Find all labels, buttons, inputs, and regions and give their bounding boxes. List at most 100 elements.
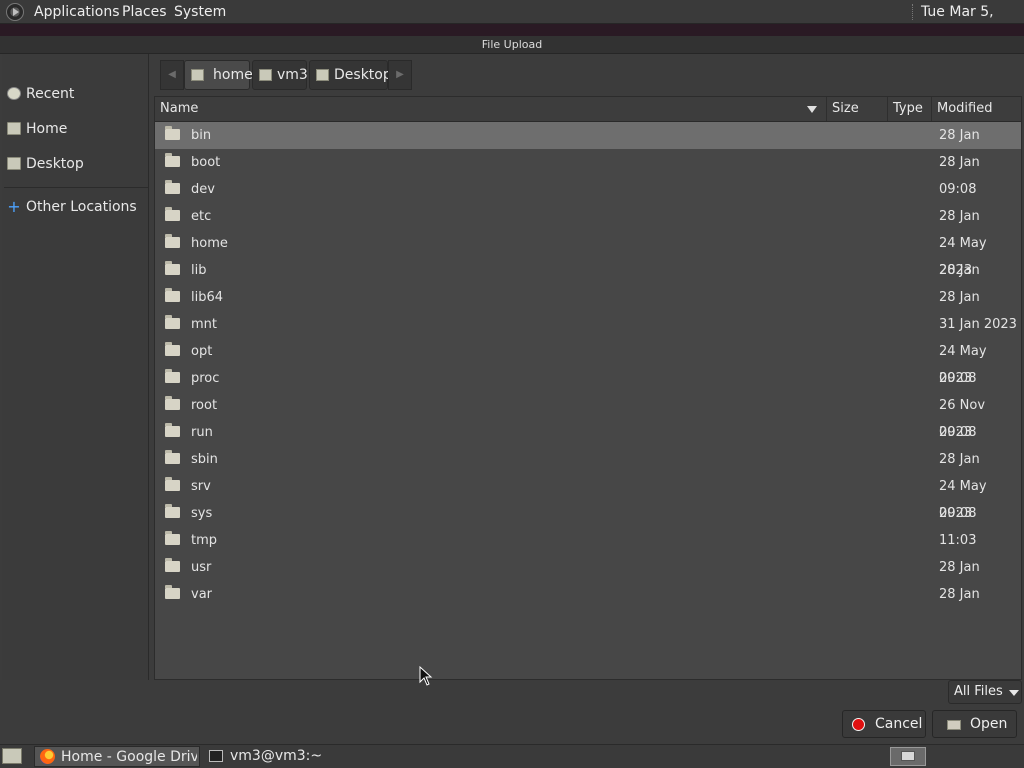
file-modified: 09:08 xyxy=(939,371,977,386)
home-icon xyxy=(7,122,21,135)
file-type-filter-dropdown[interactable]: All Files xyxy=(948,680,1022,704)
drive-icon xyxy=(191,69,204,81)
terminal-icon xyxy=(209,750,223,762)
firefox-icon xyxy=(40,749,55,764)
menu-places[interactable]: Places xyxy=(122,0,167,24)
file-name: var xyxy=(191,587,213,602)
sidebar-item-home[interactable]: Home xyxy=(2,114,148,144)
file-modified: 09:08 xyxy=(939,182,977,197)
file-row[interactable]: var 28 Jan xyxy=(155,581,1021,608)
bottom-taskbar: Home - Google Driv... vm3@vm3:~ xyxy=(0,744,1024,768)
path-scroll-left-button[interactable]: ◀ xyxy=(160,60,184,90)
column-header-size[interactable]: Size xyxy=(826,97,859,121)
menu-system[interactable]: System xyxy=(174,0,226,24)
file-row[interactable]: run 09:08 xyxy=(155,419,1021,446)
folder-icon xyxy=(165,504,180,518)
workspace-switcher[interactable] xyxy=(890,747,926,766)
file-name: boot xyxy=(191,155,221,170)
folder-icon xyxy=(165,180,180,194)
sidebar-item-recent[interactable]: Recent xyxy=(2,79,148,109)
file-row[interactable]: etc 28 Jan xyxy=(155,203,1021,230)
file-list: Name Size Type Modified bin 28 Jan boot 28 … xyxy=(154,96,1022,680)
folder-icon xyxy=(165,207,180,221)
cancel-icon xyxy=(852,718,865,731)
file-modified: 28 Jan xyxy=(939,155,980,170)
file-name: lib xyxy=(191,263,207,278)
distro-logo-icon[interactable] xyxy=(6,3,24,21)
folder-icon xyxy=(165,126,180,140)
open-label: Open xyxy=(970,716,1008,732)
show-desktop-icon[interactable] xyxy=(2,748,22,764)
column-header-modified[interactable]: Modified xyxy=(931,97,992,121)
taskbar-item-terminal[interactable]: vm3@vm3:~ xyxy=(204,746,370,767)
cancel-button[interactable]: Cancel xyxy=(842,710,926,738)
column-header-type[interactable]: Type xyxy=(887,97,923,121)
file-name: home xyxy=(191,236,228,251)
open-button[interactable]: Open xyxy=(932,710,1017,738)
file-row[interactable]: lib64 28 Jan xyxy=(155,284,1021,311)
file-row[interactable]: boot 28 Jan xyxy=(155,149,1021,176)
top-panel: Applications Places System Tue Mar 5, 11… xyxy=(0,0,1024,44)
folder-icon xyxy=(165,396,180,410)
desktop-folder-icon xyxy=(316,69,329,81)
file-name: proc xyxy=(191,371,220,386)
taskbar-item-browser[interactable]: Home - Google Driv... xyxy=(34,746,200,767)
file-row[interactable]: usr 28 Jan xyxy=(155,554,1021,581)
cancel-label: Cancel xyxy=(875,716,923,732)
folder-icon xyxy=(165,369,180,383)
breadcrumb-label: vm3 xyxy=(277,67,308,83)
places-sidebar: Recent Home Desktop + Other Locations xyxy=(2,54,149,680)
folder-icon xyxy=(165,342,180,356)
file-name: usr xyxy=(191,560,212,575)
folder-icon xyxy=(165,288,180,302)
file-row[interactable]: mnt 31 Jan 2023 xyxy=(155,311,1021,338)
sidebar-item-label: Home xyxy=(26,121,68,137)
file-row[interactable]: dev 09:08 xyxy=(155,176,1021,203)
file-row[interactable]: srv 24 May 2023 xyxy=(155,473,1021,521)
file-name: dev xyxy=(191,182,215,197)
dialog-title: File Upload xyxy=(0,36,1024,54)
file-row[interactable]: sys 09:08 xyxy=(155,500,1021,527)
file-row[interactable]: opt 24 May 2023 xyxy=(155,338,1021,386)
file-name: srv xyxy=(191,479,211,494)
column-header-name[interactable]: Name xyxy=(160,97,198,121)
breadcrumb-label: Desktop xyxy=(334,67,392,83)
home-icon xyxy=(259,69,272,81)
file-row[interactable]: bin 28 Jan xyxy=(155,122,1021,149)
file-modified: 28 Jan xyxy=(939,587,980,602)
file-name: root xyxy=(191,398,218,413)
breadcrumb-desktop[interactable]: Desktop xyxy=(309,60,392,90)
file-row[interactable]: sbin 28 Jan xyxy=(155,446,1021,473)
file-upload-dialog: File Upload Recent Home Desktop + Other … xyxy=(0,36,1024,744)
menu-applications[interactable]: Applications xyxy=(34,0,120,24)
file-modified: 28 Jan xyxy=(939,290,980,305)
sidebar-divider xyxy=(4,187,148,188)
sidebar-item-desktop[interactable]: Desktop xyxy=(2,149,148,179)
file-row[interactable]: tmp 11:03 xyxy=(155,527,1021,554)
taskbar-item-label: vm3@vm3:~ xyxy=(230,748,323,764)
file-row[interactable]: home 24 May 2023 xyxy=(155,230,1021,278)
folder-icon xyxy=(165,477,180,491)
folder-icon xyxy=(165,234,180,248)
folder-icon xyxy=(165,261,180,275)
file-row[interactable]: proc 09:08 xyxy=(155,365,1021,392)
sidebar-item-label: Recent xyxy=(26,86,75,102)
file-modified: 28 Jan xyxy=(939,209,980,224)
breadcrumb-vm3[interactable]: vm3 xyxy=(252,60,308,90)
chevron-down-icon xyxy=(1009,690,1019,696)
sidebar-item-label: Desktop xyxy=(26,156,84,172)
folder-icon xyxy=(165,558,180,572)
file-name: opt xyxy=(191,344,213,359)
sidebar-item-other-locations[interactable]: + Other Locations xyxy=(2,192,148,222)
file-modified: 09:08 xyxy=(939,506,977,521)
folder-icon xyxy=(165,153,180,167)
file-row[interactable]: lib 28 Jan xyxy=(155,257,1021,284)
breadcrumb-home[interactable]: home xyxy=(184,60,253,90)
file-modified: 28 Jan xyxy=(939,452,980,467)
file-modified: 28 Jan xyxy=(939,560,980,575)
file-modified: 11:03 xyxy=(939,533,977,548)
breadcrumb-label: home xyxy=(213,67,253,83)
file-row[interactable]: root 26 Nov 2023 xyxy=(155,392,1021,440)
file-modified: 09:08 xyxy=(939,425,977,440)
path-scroll-right-button[interactable]: ▶ xyxy=(388,60,412,90)
